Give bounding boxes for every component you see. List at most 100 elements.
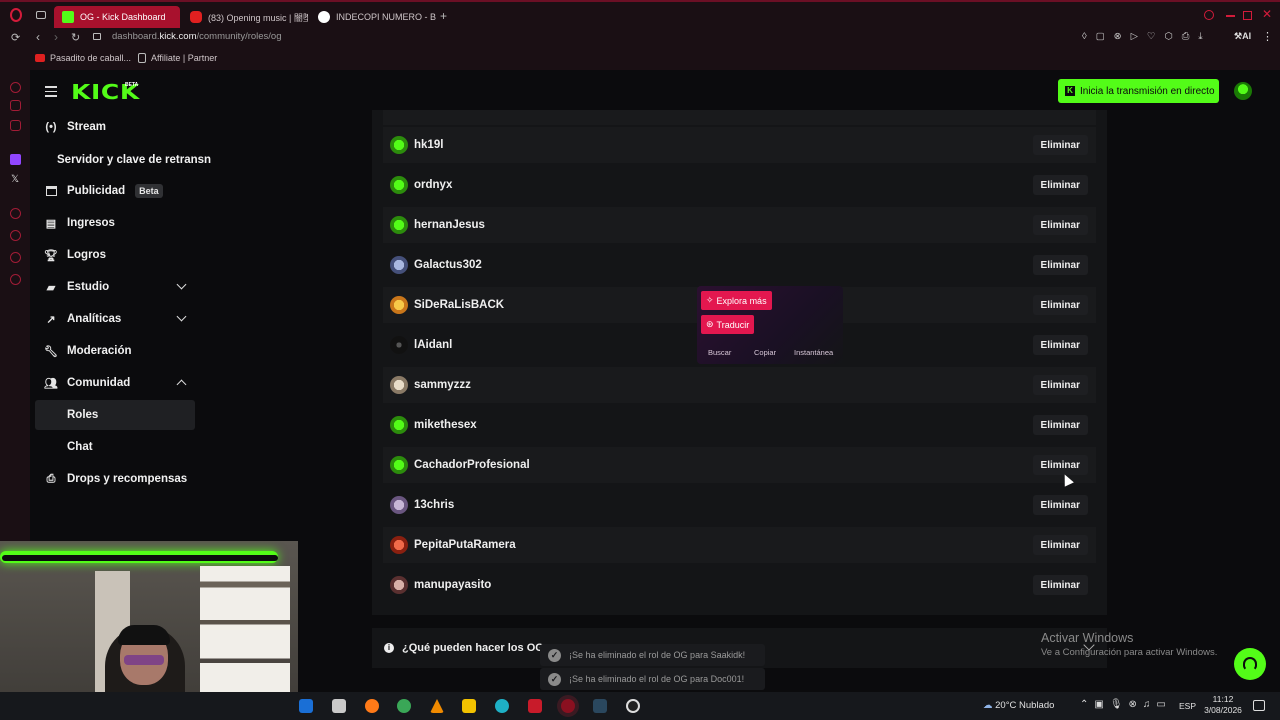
- refresh-icon[interactable]: ↻: [71, 31, 80, 44]
- user-avatar: [390, 536, 408, 554]
- calculator-icon[interactable]: [462, 699, 476, 713]
- user-avatar: [390, 456, 408, 474]
- weather-text[interactable]: 20°C Nublado: [995, 700, 1054, 711]
- sidebar-item-label: Estudio: [67, 281, 110, 293]
- kick-k-icon: K: [1065, 86, 1075, 96]
- remove-button[interactable]: Eliminar: [1032, 495, 1088, 515]
- remove-button[interactable]: Eliminar: [1032, 375, 1088, 395]
- reload-icon[interactable]: ⟳: [11, 31, 20, 44]
- firefox-icon[interactable]: [365, 699, 379, 713]
- user-avatar: [390, 336, 408, 354]
- bookmark-item[interactable]: Affiliate | Partner: [138, 53, 217, 63]
- remove-button[interactable]: Eliminar: [1032, 175, 1088, 195]
- bookmark-label: Pasadito de caball...: [50, 53, 132, 63]
- snapshot-link[interactable]: Instantánea: [794, 348, 833, 357]
- language-indicator[interactable]: ESP: [1179, 701, 1196, 711]
- sidebar-item-roles[interactable]: Roles: [35, 400, 195, 430]
- ai-button[interactable]: ⚒AI: [1234, 31, 1251, 42]
- remove-button[interactable]: Eliminar: [1032, 295, 1088, 315]
- extensions-icon[interactable]: [10, 252, 21, 263]
- notifications-icon[interactable]: [1253, 700, 1265, 711]
- sidebar-item-community[interactable]: 👥︎ Comunidad: [44, 369, 195, 397]
- search-link[interactable]: Buscar: [708, 348, 731, 357]
- maximize-icon[interactable]: [1243, 11, 1252, 20]
- tab-kick-dashboard[interactable]: OG - Kick Dashboard: [54, 6, 180, 28]
- sidebar-item-income[interactable]: ▤ Ingresos: [45, 209, 195, 237]
- go-live-button[interactable]: K Inicia la transmisión en directo: [1058, 79, 1219, 103]
- instagram-icon[interactable]: [10, 100, 21, 111]
- username: PepitaPutaRamera: [414, 539, 516, 551]
- url-field[interactable]: dashboard.kick.com/community/roles/og: [112, 31, 282, 42]
- bookmark-item[interactable]: Pasadito de caball...: [35, 53, 131, 63]
- list-item: CachadorProfesional Eliminar: [383, 447, 1096, 483]
- support-chat-button[interactable]: [1234, 648, 1266, 680]
- tab-list-icon[interactable]: [36, 11, 46, 19]
- sidebar-item-stream[interactable]: (•) Stream: [45, 113, 195, 141]
- remove-button[interactable]: Eliminar: [1032, 455, 1088, 475]
- minimize-icon[interactable]: [1226, 15, 1235, 17]
- remove-button[interactable]: Eliminar: [1032, 415, 1088, 435]
- messenger-icon[interactable]: [10, 82, 21, 93]
- twitch-icon[interactable]: [10, 154, 21, 165]
- tab-youtube[interactable]: (83) Opening music | 闇堕: [182, 6, 308, 28]
- remove-button[interactable]: Eliminar: [1032, 575, 1088, 595]
- explore-more-button[interactable]: ✧ Explora más: [701, 291, 772, 310]
- list-item: hernanJesus Eliminar: [383, 207, 1096, 243]
- steam-icon[interactable]: [593, 699, 607, 713]
- sidebar-item-drops[interactable]: ⎙ Drops y recompensas: [45, 465, 195, 493]
- x-icon[interactable]: 𝕏: [11, 174, 19, 185]
- edge-icon[interactable]: [495, 699, 509, 713]
- outlook-icon[interactable]: [299, 699, 313, 713]
- sidebar-item-advertising[interactable]: Publicidad Beta: [45, 177, 195, 205]
- user-avatar: [390, 576, 408, 594]
- hamburger-menu-icon[interactable]: [45, 86, 57, 100]
- user-avatar[interactable]: [1234, 82, 1252, 100]
- remove-button[interactable]: Eliminar: [1032, 135, 1088, 155]
- opera-taskbar-icon[interactable]: [561, 699, 575, 713]
- clock[interactable]: 11:12 3/08/2026: [1203, 694, 1243, 716]
- list-item: sammyzzz Eliminar: [383, 367, 1096, 403]
- user-avatar: [390, 496, 408, 514]
- forward-icon[interactable]: ›: [54, 30, 58, 44]
- window-icon: [45, 185, 57, 197]
- menu-icon[interactable]: ⋮: [1262, 30, 1273, 43]
- url-domain: kick.com: [159, 31, 197, 42]
- sidebar-item-moderation[interactable]: 🔧︎ Moderación: [44, 337, 195, 365]
- history-icon[interactable]: [10, 230, 21, 241]
- copy-link[interactable]: Copiar: [754, 348, 776, 357]
- remove-button[interactable]: Eliminar: [1032, 215, 1088, 235]
- close-window-icon[interactable]: ✕: [1262, 7, 1272, 21]
- file-explorer-icon[interactable]: [332, 699, 346, 713]
- sidebar-item-label: Publicidad: [67, 185, 126, 197]
- player-icon[interactable]: [10, 208, 21, 219]
- kick-favicon-icon: [62, 11, 74, 23]
- sidebar-item-studio[interactable]: ▰ Estudio: [45, 273, 195, 301]
- remove-button[interactable]: Eliminar: [1032, 335, 1088, 355]
- remove-button[interactable]: Eliminar: [1032, 535, 1088, 555]
- chrome-icon[interactable]: [397, 699, 411, 713]
- go-live-label: Inicia la transmisión en directo: [1080, 85, 1215, 97]
- app-icon[interactable]: [528, 699, 542, 713]
- sidebar-item-label: Drops y recompensas: [67, 473, 188, 485]
- sidebar-item-chat[interactable]: Chat: [35, 432, 195, 462]
- settings-icon[interactable]: [10, 274, 21, 285]
- activate-windows-watermark: Activar Windows Ve a Configuración para …: [1041, 631, 1217, 658]
- username: mikethesex: [414, 419, 477, 431]
- obs-icon[interactable]: [626, 699, 640, 713]
- new-tab-icon[interactable]: +: [440, 9, 447, 23]
- back-icon[interactable]: ‹: [36, 30, 40, 44]
- broadcast-icon: (•): [45, 121, 57, 133]
- tray-icons[interactable]: ⌃▣🎙︎⊗♫▭: [1080, 699, 1172, 710]
- translate-button[interactable]: ⊛ Traducir: [701, 315, 755, 334]
- translate-label: Traducir: [716, 319, 750, 330]
- sidebar-item-analytics[interactable]: ↗ Analíticas: [45, 305, 195, 333]
- search-tabs-icon[interactable]: [1204, 10, 1214, 20]
- whatsapp-icon[interactable]: [10, 120, 21, 131]
- toast-message: ¡Se ha eliminado el rol de OG para Saaki…: [569, 650, 746, 660]
- sidebar-item-achievements[interactable]: 🏆︎ Logros: [44, 241, 195, 269]
- remove-button[interactable]: Eliminar: [1032, 255, 1088, 275]
- opera-logo-icon[interactable]: [10, 8, 22, 22]
- list-row-partial: [383, 110, 1096, 125]
- tab-google[interactable]: INDECOPI NUMERO - Busc: [310, 6, 436, 28]
- sidebar-item-stream-key[interactable]: Servidor y clave de retransn: [35, 145, 215, 175]
